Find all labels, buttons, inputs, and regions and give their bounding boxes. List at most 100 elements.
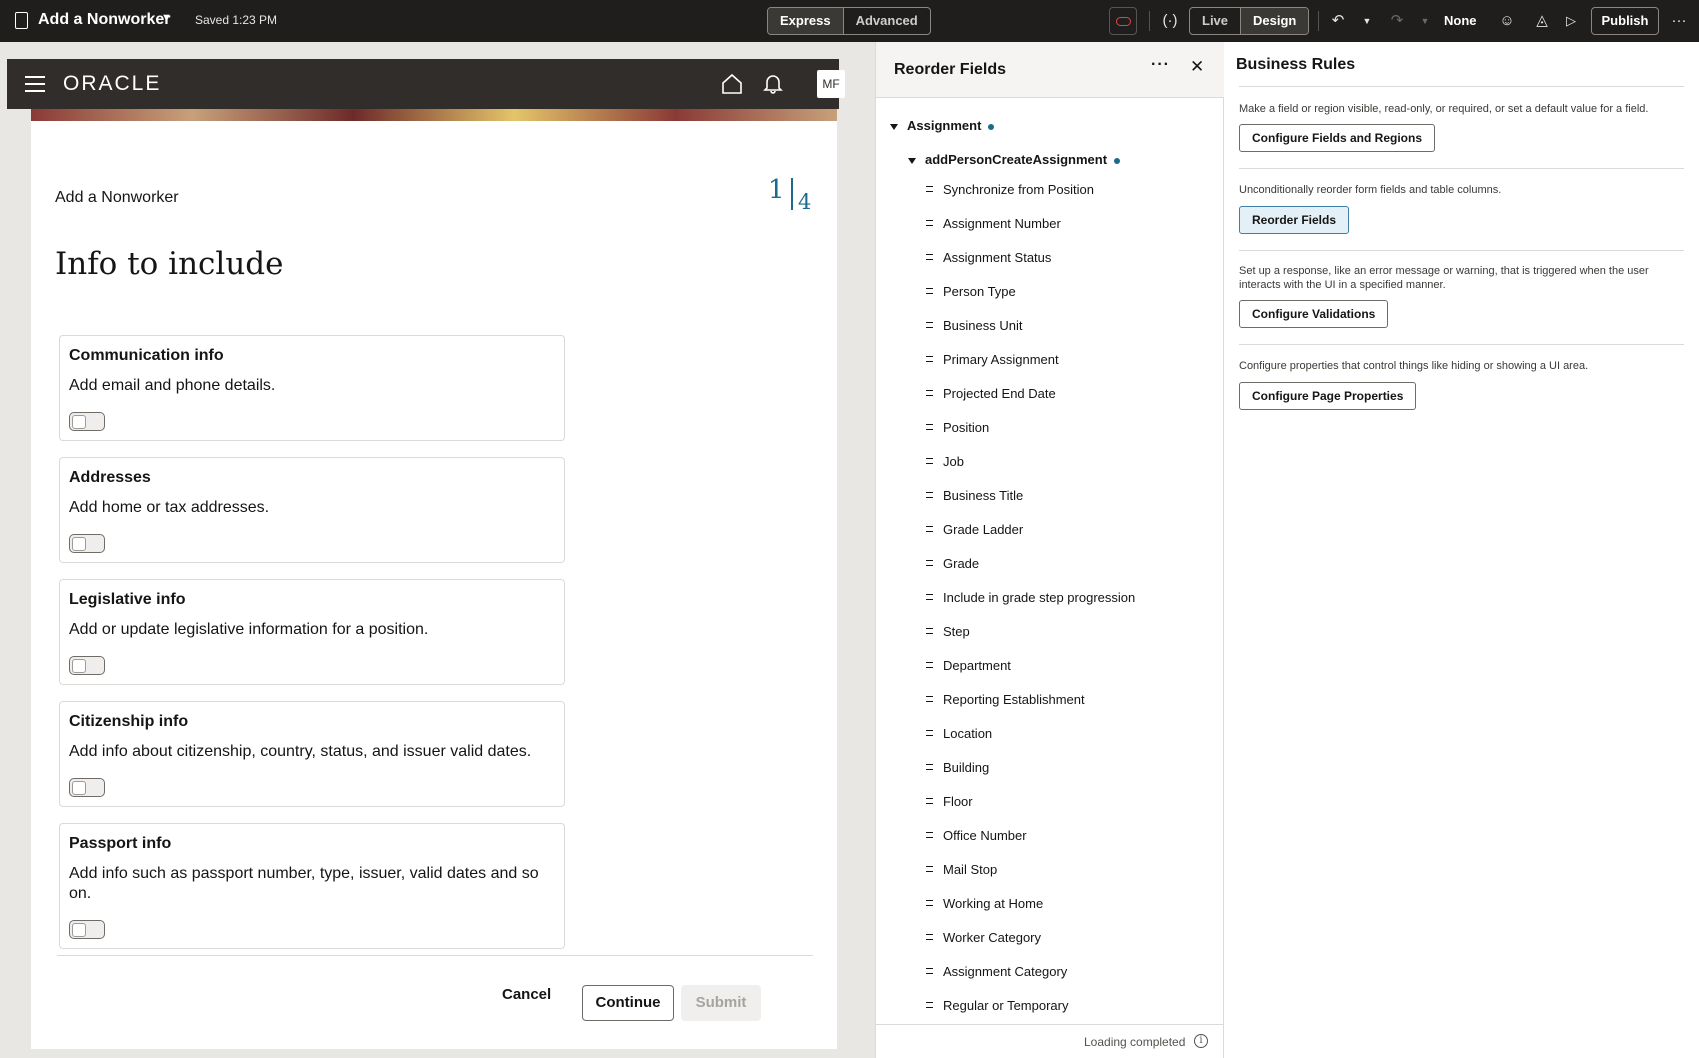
drag-handle-icon[interactable] [926,968,933,974]
field-item[interactable]: Grade [926,546,1216,580]
field-item[interactable]: Building [926,750,1216,784]
field-item[interactable]: Location [926,716,1216,750]
play-icon[interactable]: ▷ [1562,12,1580,30]
configure-fields-button[interactable]: Configure Fields and Regions [1239,124,1436,152]
chevron-down-icon[interactable]: ▼ [1419,12,1431,30]
field-label: Building [943,759,990,775]
bell-icon[interactable] [762,72,784,94]
design-tab[interactable]: Design [1240,8,1309,34]
drag-handle-icon[interactable] [926,526,933,532]
more-icon[interactable]: ··· [1151,56,1170,74]
field-label: Business Title [943,487,1024,503]
expand-icon[interactable] [890,123,898,130]
drag-handle-icon[interactable] [926,832,933,838]
cancel-button[interactable]: Cancel [502,986,551,1003]
more-icon[interactable]: ··· [1668,12,1690,30]
tree-node-assignment[interactable]: Assignment [890,118,995,133]
drag-handle-icon[interactable] [926,866,933,872]
field-item[interactable]: Office Number [926,818,1216,852]
drag-handle-icon[interactable] [926,934,933,940]
drag-handle-icon[interactable] [926,662,933,668]
advanced-tab[interactable]: Advanced [842,8,930,34]
field-item[interactable]: Assignment Status [926,240,1216,274]
field-item[interactable]: Job [926,444,1216,478]
drag-handle-icon[interactable] [926,220,933,226]
field-item[interactable]: Business Title [926,478,1216,512]
rule-description: Configure properties that control things… [1239,360,1589,372]
drag-handle-icon[interactable] [926,764,933,770]
field-item[interactable]: Position [926,410,1216,444]
drag-handle-icon[interactable] [926,560,933,566]
field-item[interactable]: Primary Assignment [926,342,1216,376]
oracle-logo[interactable]: ORACLE [63,72,161,96]
info-icon[interactable]: i [1194,1034,1208,1048]
drag-handle-icon[interactable] [926,288,933,294]
live-tab[interactable]: Live [1190,8,1240,34]
drag-handle-icon[interactable] [926,696,933,702]
express-tab[interactable]: Express [768,8,843,34]
drag-handle-icon[interactable] [926,424,933,430]
continue-button[interactable]: Continue [582,985,674,1021]
drag-handle-icon[interactable] [926,628,933,634]
hamburger-icon[interactable] [25,76,45,92]
record-button[interactable] [1109,7,1137,35]
drag-handle-icon[interactable] [926,594,933,600]
bell-icon[interactable]: ◬ [1533,12,1551,30]
configure-page-properties-button[interactable]: Configure Page Properties [1239,382,1417,410]
field-item[interactable]: Worker Category [926,920,1216,954]
field-item[interactable]: Reporting Establishment [926,682,1216,716]
drag-handle-icon[interactable] [926,186,933,192]
variables-icon[interactable]: (·) [1160,12,1180,30]
page-title: Add a Nonworker [55,189,179,206]
drag-handle-icon[interactable] [926,1002,933,1008]
drag-handle-icon[interactable] [926,458,933,464]
field-item[interactable]: Synchronize from Position [926,172,1216,206]
field-item[interactable]: Step [926,614,1216,648]
drag-handle-icon[interactable] [926,798,933,804]
card-title: Citizenship info [69,713,189,730]
page-name[interactable]: Add a Nonworker [38,11,170,29]
home-icon[interactable] [721,73,743,95]
configure-validations-button[interactable]: Configure Validations [1239,300,1389,328]
chevron-down-icon[interactable]: ▼ [161,12,172,24]
undo-icon[interactable]: ↶ [1329,12,1347,30]
field-item[interactable]: Working at Home [926,886,1216,920]
citizenship-toggle[interactable] [69,778,105,797]
addresses-toggle[interactable] [69,534,105,553]
card-communication: Communication info Add email and phone d… [59,335,565,441]
field-item[interactable]: Include in grade step progression [926,580,1216,614]
drag-handle-icon[interactable] [926,730,933,736]
field-label: Business Unit [943,317,1023,333]
avatar[interactable]: MF [817,70,845,98]
legislative-toggle[interactable] [69,656,105,675]
sandbox-name[interactable]: None [1444,13,1477,28]
field-item[interactable]: Department [926,648,1216,682]
drag-handle-icon[interactable] [926,356,933,362]
drag-handle-icon[interactable] [926,322,933,328]
field-item[interactable]: Projected End Date [926,376,1216,410]
expand-icon[interactable] [908,157,916,164]
drag-handle-icon[interactable] [926,492,933,498]
drag-handle-icon[interactable] [926,900,933,906]
drag-handle-icon[interactable] [926,254,933,260]
card-description: Add info about citizenship, country, sta… [69,743,532,760]
field-item[interactable]: Grade Ladder [926,512,1216,546]
passport-toggle[interactable] [69,920,105,939]
reorder-fields-button[interactable]: Reorder Fields [1239,206,1350,234]
field-item[interactable]: Assignment Number [926,206,1216,240]
tree-node-region[interactable]: addPersonCreateAssignment [908,152,1121,167]
field-item[interactable]: Regular or Temporary [926,988,1216,1022]
chevron-down-icon[interactable]: ▼ [1361,12,1373,30]
field-item[interactable]: Business Unit [926,308,1216,342]
field-item[interactable]: Person Type [926,274,1216,308]
smiley-icon[interactable]: ☺ [1498,12,1516,30]
close-icon[interactable]: ✕ [1190,57,1204,77]
submit-button[interactable]: Submit [681,985,761,1021]
publish-button[interactable]: Publish [1591,7,1659,35]
field-item[interactable]: Floor [926,784,1216,818]
field-item[interactable]: Assignment Category [926,954,1216,988]
field-item[interactable]: Mail Stop [926,852,1216,886]
redo-icon[interactable]: ↷ [1388,12,1406,30]
communication-toggle[interactable] [69,412,105,431]
drag-handle-icon[interactable] [926,390,933,396]
